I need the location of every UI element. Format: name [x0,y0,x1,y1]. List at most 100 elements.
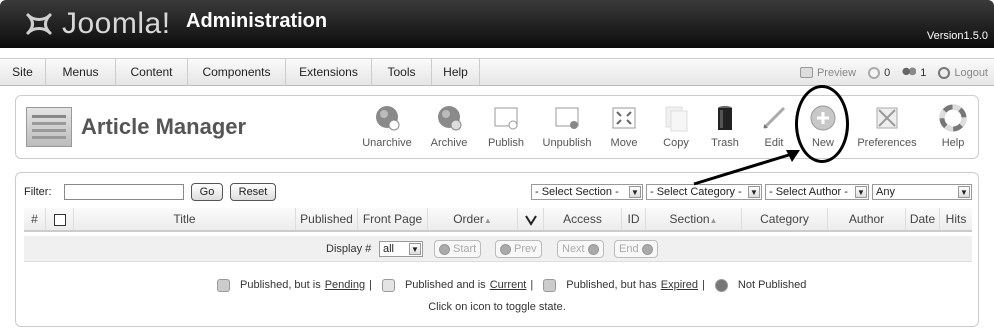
state-select-value: Any [876,186,895,198]
joomla-logo-icon [26,13,52,35]
messages-link[interactable]: 0 [868,66,891,79]
col-order-label: Order [453,212,484,226]
legend-current-prefix: Published and is [404,279,486,291]
reset-button[interactable]: Reset [230,183,276,201]
preview-icon [799,67,813,78]
end-icon [641,243,653,255]
admin-header: Joomla! Administration Version1.5.0 [0,0,994,48]
expired-icon [543,278,557,292]
help-label: Help [941,137,965,149]
filter-row: Filter: Go Reset - Select Section - ▼ - … [24,183,972,203]
chevron-down-icon: ▼ [409,243,421,255]
legend-pending-link[interactable]: Pending [325,279,365,291]
logout-label: Logout [954,66,988,79]
annotation-arrow [693,150,800,186]
menu-content[interactable]: Content [116,59,188,86]
preview-link[interactable]: Preview [799,66,857,79]
article-manager-icon [26,107,72,147]
copy-icon [665,106,688,132]
col-category[interactable]: Category [742,208,828,230]
logout-link[interactable]: Logout [938,66,988,79]
col-id[interactable]: ID [622,208,646,230]
archive-label: Archive [430,137,468,149]
section-select[interactable]: - Select Section - ▼ [531,184,643,200]
menu-status: Preview 0 1 Logout [799,59,988,86]
col-number: # [24,208,46,230]
menu-extensions[interactable]: Extensions [286,59,372,86]
chevron-down-icon: ▼ [855,186,867,198]
col-order[interactable]: Order▲ [428,208,518,230]
filter-label: Filter: [24,186,52,198]
archive-button[interactable]: Archive [418,102,480,154]
display-limit-select[interactable]: all ▼ [379,241,423,257]
legend-separator: | [530,279,534,291]
legend-not-published: Not Published [737,279,807,291]
menu-tools[interactable]: Tools [372,59,432,86]
legend-expired-link[interactable]: Expired [661,279,698,291]
unpublish-button[interactable]: Unpublish [536,102,598,154]
unarchive-label: Unarchive [362,137,412,149]
legend-separator: | [369,279,372,291]
messages-count: 0 [884,66,891,79]
col-title[interactable]: Title [74,208,296,230]
current-icon [381,278,395,292]
start-button[interactable]: Start [434,240,482,258]
main-menu-bar: Site Menus Content Components Extensions… [0,58,994,86]
end-label: End [619,243,639,255]
pending-icon [217,278,230,292]
start-label: Start [453,243,477,255]
pagination-row: Display # all ▼ Start Prev Next End [24,236,972,262]
edit-icon [762,106,786,130]
joomla-logo: Joomla! [22,6,171,42]
col-author[interactable]: Author [828,208,906,230]
users-online-link[interactable]: 1 [902,67,926,79]
menu-site[interactable]: Site [0,59,46,86]
unarchive-button[interactable]: Unarchive [356,102,418,154]
preferences-label: Preferences [857,137,917,149]
archive-icon [438,106,462,131]
help-button[interactable]: Help [922,102,984,154]
prev-button[interactable]: Prev [495,240,542,258]
legend-separator: | [702,279,705,291]
administration-title: Administration [186,10,328,32]
table-header: # Title Published Front Page Order▲ Acce… [24,208,972,232]
next-button[interactable]: Next [557,240,604,258]
col-section-label: Section [669,212,710,226]
section-select-value: - Select Section - [535,186,619,198]
col-save-order[interactable] [518,208,544,230]
preview-label: Preview [816,66,857,79]
publish-button[interactable]: Publish [475,102,537,154]
logout-icon [938,66,951,79]
legend-expired-prefix: Published, but has [566,279,657,291]
col-front-page[interactable]: Front Page [358,208,428,230]
trash-icon [718,106,732,130]
preferences-icon [876,107,898,129]
chevron-down-icon: ▼ [958,186,970,198]
filter-input[interactable] [64,184,184,200]
prev-label: Prev [514,243,537,255]
page-title: Article Manager [81,114,247,139]
messages-icon [868,66,881,79]
menu-components[interactable]: Components [188,59,286,86]
col-hits[interactable]: Hits [940,208,972,230]
select-all-checkbox[interactable] [53,213,66,226]
menu-menus[interactable]: Menus [46,59,116,86]
display-label: Display # [326,243,372,255]
users-icon [902,67,917,78]
legend-current-link[interactable]: Current [490,279,527,291]
preferences-button[interactable]: Preferences [856,102,918,154]
start-icon [439,243,450,255]
col-published[interactable]: Published [296,208,358,230]
menu-help[interactable]: Help [432,59,480,86]
prev-icon [500,243,511,255]
end-button[interactable]: End [614,240,658,258]
col-access[interactable]: Access [544,208,622,230]
publish-label: Publish [487,137,525,149]
status-legend: Published, but is Pending | Published an… [211,277,806,293]
next-icon [587,243,599,255]
unarchive-icon [376,106,400,131]
col-date[interactable]: Date [906,208,940,230]
state-select[interactable]: Any ▼ [872,184,972,200]
col-section[interactable]: Section▲ [646,208,742,230]
go-button[interactable]: Go [191,183,223,201]
